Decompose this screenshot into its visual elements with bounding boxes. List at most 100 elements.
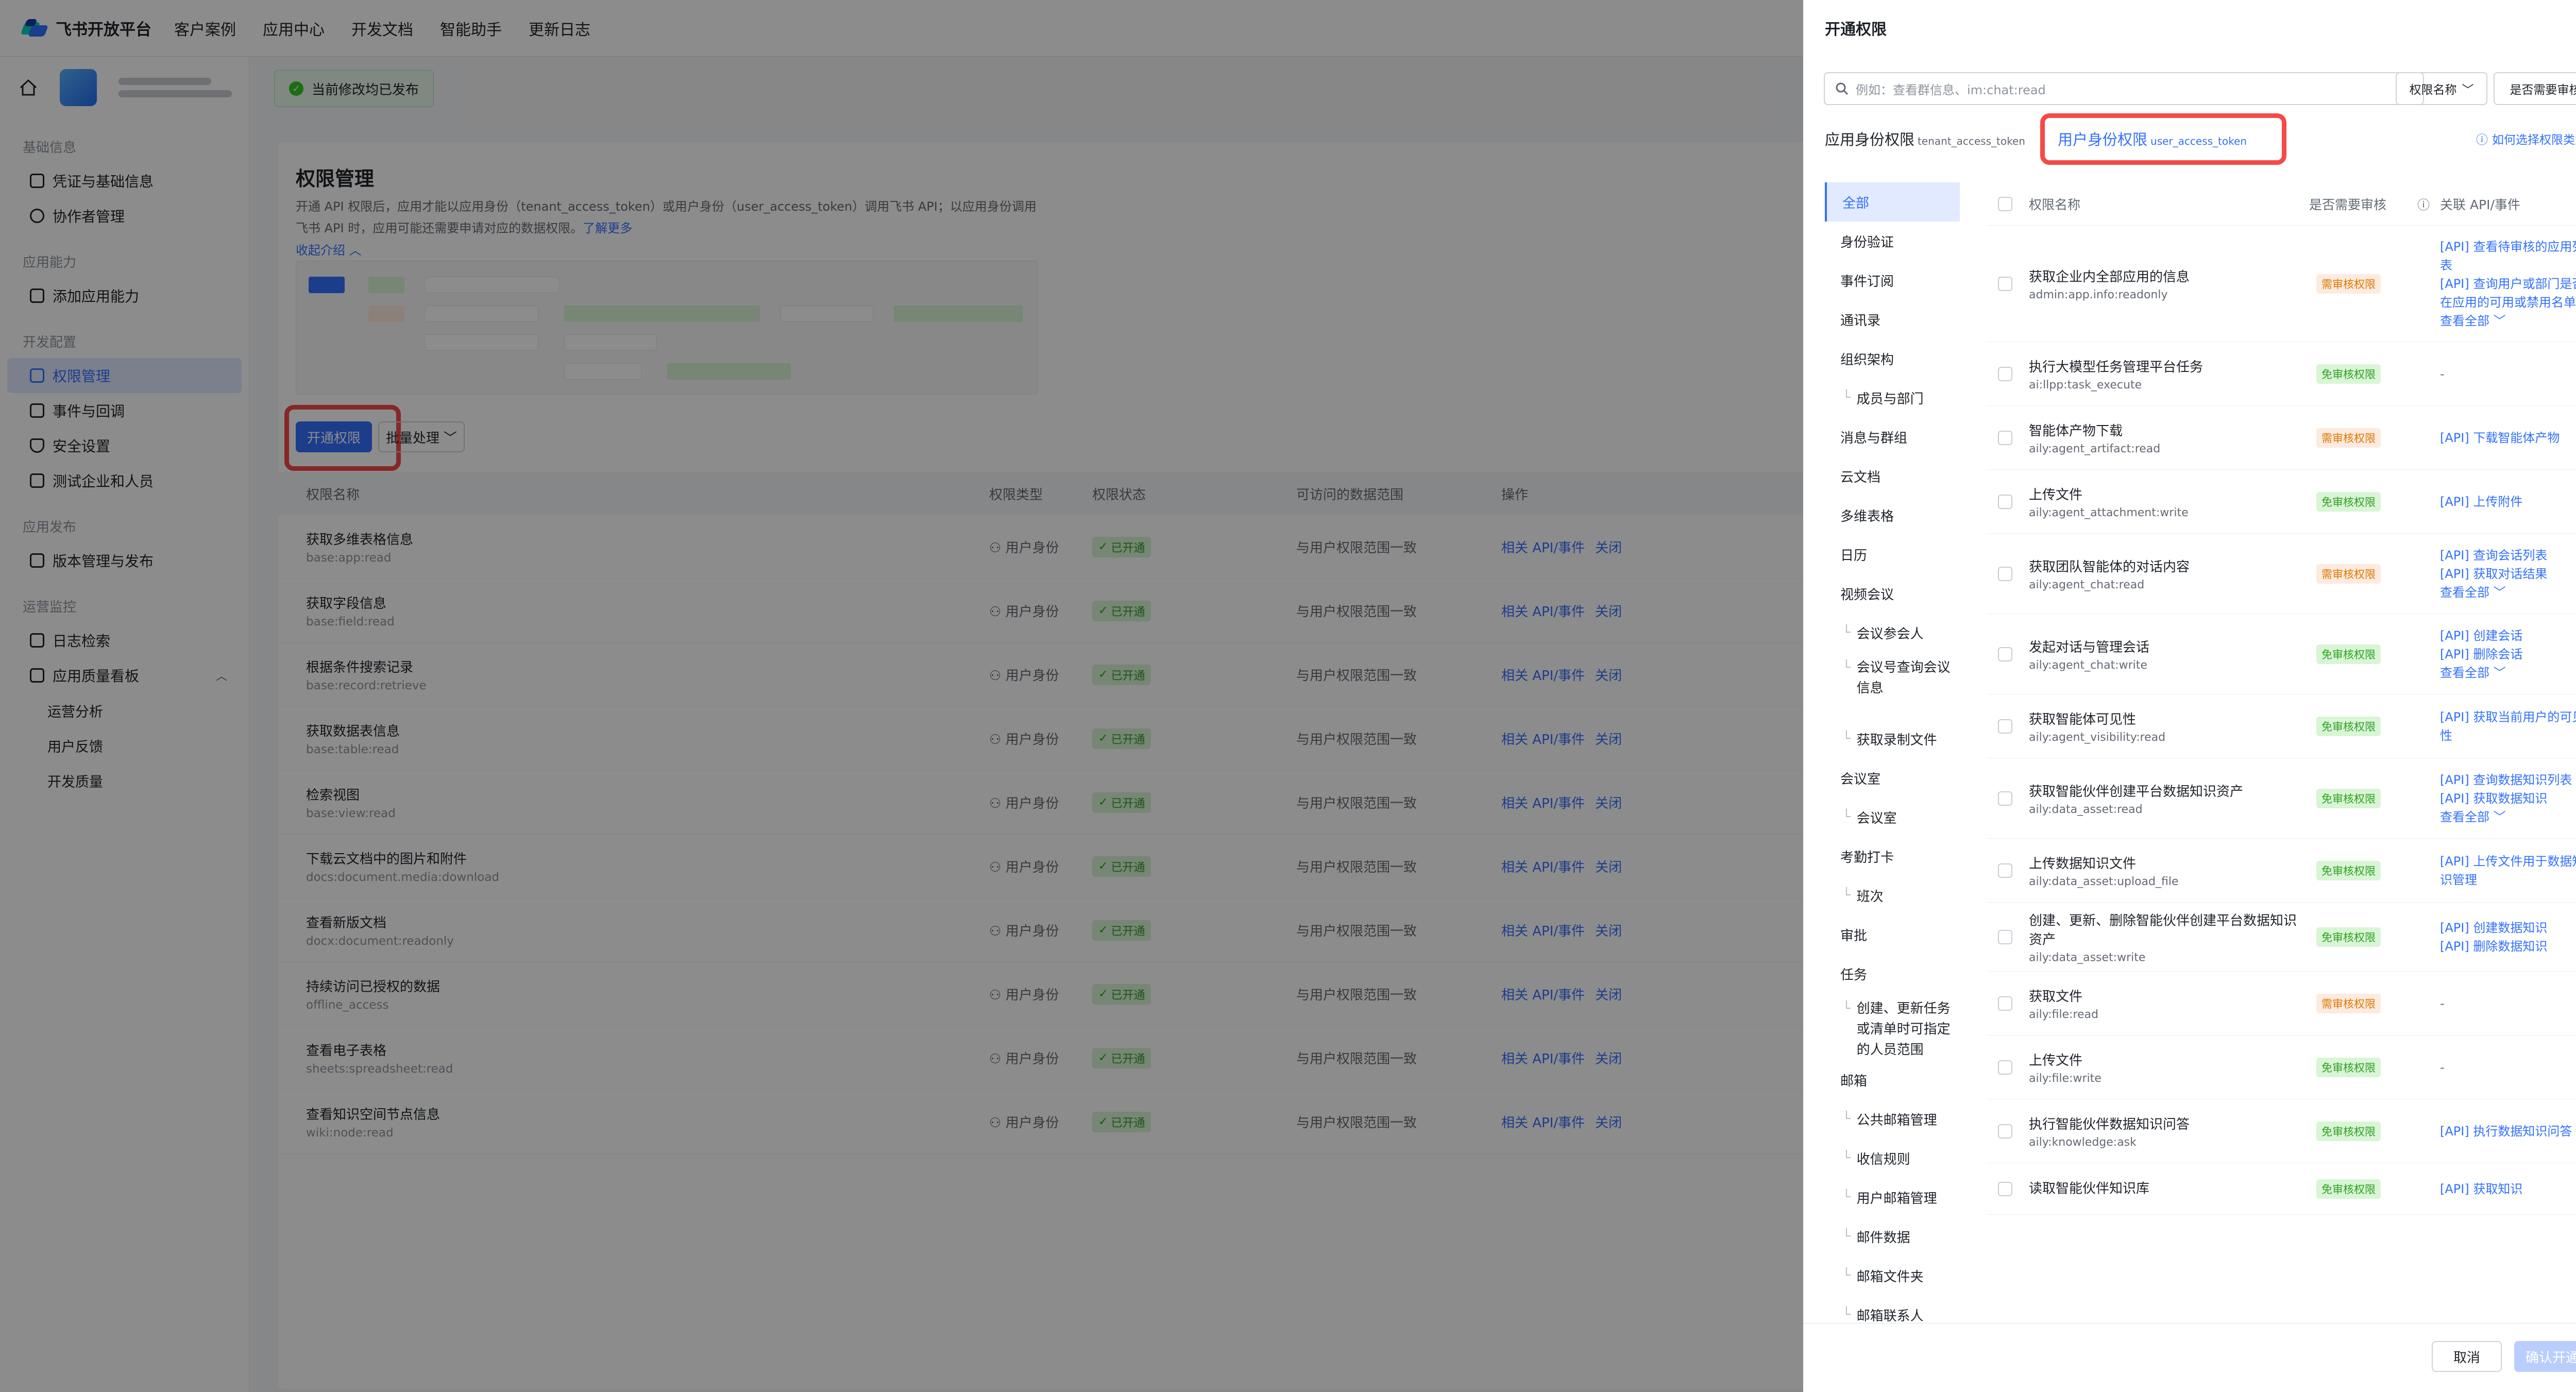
- row-checkbox[interactable]: [1998, 996, 2012, 1011]
- category-item[interactable]: └ 邮箱文件夹: [1825, 1256, 1960, 1295]
- api-link[interactable]: [API] 执行数据知识问答: [2440, 1122, 2576, 1141]
- review-tag: 免审核权限: [2316, 1057, 2381, 1077]
- chevron-down-icon: ﹀: [2489, 585, 2506, 600]
- chevron-down-icon: ﹀: [2489, 809, 2506, 824]
- category-label: 考勤打卡: [1840, 850, 1894, 865]
- row-checkbox[interactable]: [1998, 863, 2012, 878]
- empty-dash: -: [2440, 366, 2445, 381]
- confirm-open-permission-button[interactable]: 确认开通权限: [2514, 1341, 2576, 1372]
- filter-review-select[interactable]: 是否需要审核﹀: [2494, 72, 2576, 105]
- related-apis-cell: [API] 获取知识: [2440, 1180, 2576, 1198]
- category-item[interactable]: 云文档: [1825, 456, 1960, 496]
- category-item[interactable]: 事件订阅: [1825, 261, 1960, 300]
- cancel-button[interactable]: 取消: [2432, 1341, 2502, 1372]
- related-apis-cell: [API] 创建会话 [API] 删除会话 查看全部 ﹀: [2440, 626, 2576, 682]
- category-item[interactable]: 多维表格: [1825, 496, 1960, 535]
- row-checkbox[interactable]: [1998, 430, 2012, 445]
- review-tag: 免审核权限: [2316, 491, 2381, 512]
- col-header-permission-name: 权限名称: [2029, 197, 2081, 212]
- related-apis-cell: -: [2440, 365, 2576, 383]
- category-item[interactable]: 身份验证: [1825, 222, 1960, 261]
- view-all-link[interactable]: 查看全部 ﹀: [2440, 808, 2576, 826]
- permission-name-cell: 执行大模型任务管理平台任务 ai:llpp:task_execute: [2029, 357, 2297, 392]
- modal-overlay[interactable]: [0, 0, 1803, 1392]
- view-all-link[interactable]: 查看全部 ﹀: [2440, 664, 2576, 682]
- permission-row: 获取企业内全部应用的信息 admin:app.info:readonly 需审核权限…: [1987, 226, 2576, 342]
- category-item[interactable]: └ 公共邮箱管理: [1825, 1099, 1960, 1139]
- row-checkbox[interactable]: [1998, 494, 2012, 509]
- related-apis-cell: [API] 下载智能体产物: [2440, 429, 2576, 447]
- category-item[interactable]: 全部: [1825, 182, 1960, 222]
- select-all-checkbox[interactable]: [1998, 196, 2012, 211]
- category-item[interactable]: └ 班次: [1825, 876, 1960, 915]
- api-link[interactable]: [API] 查询数据知识列表: [2440, 771, 2576, 789]
- row-checkbox[interactable]: [1998, 366, 2012, 381]
- review-tag: 需审核权限: [2316, 428, 2381, 448]
- review-tag: 免审核权限: [2316, 644, 2381, 664]
- view-all-link[interactable]: 查看全部 ﹀: [2440, 312, 2576, 330]
- category-item[interactable]: 会议室: [1825, 758, 1960, 797]
- permission-name-cell: 获取智能体可见性 aily:agent_visibility:read: [2029, 709, 2297, 744]
- api-link[interactable]: [API] 查询会话列表: [2440, 546, 2576, 565]
- api-link[interactable]: [API] 上传文件用于数据知识管理: [2440, 852, 2576, 889]
- category-item[interactable]: └ 收信规则: [1825, 1139, 1960, 1178]
- category-item[interactable]: └ 会议参会人: [1825, 613, 1960, 652]
- category-label: 事件订阅: [1840, 274, 1894, 290]
- category-item[interactable]: 任务: [1825, 954, 1960, 993]
- row-checkbox[interactable]: [1998, 1181, 2012, 1196]
- category-item[interactable]: 考勤打卡: [1825, 837, 1960, 876]
- row-checkbox[interactable]: [1998, 566, 2012, 581]
- row-checkbox[interactable]: [1998, 1060, 2012, 1075]
- row-checkbox[interactable]: [1998, 1124, 2012, 1139]
- review-tag: 免审核权限: [2316, 860, 2381, 880]
- permission-name-cell: 获取企业内全部应用的信息 admin:app.info:readonly: [2029, 266, 2297, 301]
- category-label: 视频会议: [1840, 587, 1894, 603]
- view-all-label: 查看全部: [2440, 809, 2489, 824]
- permission-type-help-link[interactable]: ⓘ 如何选择权限类型?: [2476, 130, 2576, 147]
- category-item[interactable]: 审批: [1825, 915, 1960, 954]
- permission-name-cell: 智能体产物下载 aily:agent_artifact:read: [2029, 420, 2297, 455]
- category-item[interactable]: 日历: [1825, 535, 1960, 574]
- permission-code: aily:agent_visibility:read: [2029, 731, 2166, 744]
- category-item[interactable]: └ 会议号查询会议信息: [1825, 652, 1960, 719]
- category-item[interactable]: └ 用户邮箱管理: [1825, 1178, 1960, 1217]
- review-tag: 需审核权限: [2316, 993, 2381, 1013]
- api-link[interactable]: [API] 获取数据知识: [2440, 789, 2576, 808]
- api-link[interactable]: [API] 获取当前用户的可见性: [2440, 708, 2576, 745]
- category-item[interactable]: └ 创建、更新任务或清单时可指定的人员范围: [1825, 993, 1960, 1060]
- category-item[interactable]: └ 会议室: [1825, 797, 1960, 837]
- api-link[interactable]: [API] 查询用户或部门是否在应用的可用或禁用名单: [2440, 275, 2576, 312]
- api-link[interactable]: [API] 删除会话: [2440, 645, 2576, 664]
- permission-name-cell: 获取文件 aily:file:read: [2029, 986, 2297, 1021]
- category-label: 多维表格: [1840, 508, 1894, 524]
- row-checkbox[interactable]: [1998, 791, 2012, 806]
- category-item[interactable]: 邮箱: [1825, 1060, 1960, 1099]
- category-item[interactable]: └ 邮件数据: [1825, 1217, 1960, 1256]
- row-checkbox[interactable]: [1998, 276, 2012, 291]
- category-item[interactable]: └ 获取录制文件: [1825, 719, 1960, 758]
- permission-code: aily:agent_attachment:write: [2029, 506, 2189, 519]
- category-item[interactable]: └ 成员与部门: [1825, 378, 1960, 417]
- view-all-link[interactable]: 查看全部 ﹀: [2440, 583, 2576, 602]
- row-checkbox[interactable]: [1998, 929, 2012, 944]
- api-link[interactable]: [API] 获取对话结果: [2440, 565, 2576, 583]
- category-label: 会议室: [1856, 810, 1897, 826]
- api-link[interactable]: [API] 删除数据知识: [2440, 937, 2576, 956]
- row-checkbox[interactable]: [1998, 647, 2012, 661]
- category-label: 班次: [1856, 889, 1884, 905]
- permission-search-input[interactable]: 例如：查看群信息、im:chat:read: [1824, 72, 2424, 105]
- category-item[interactable]: 消息与群组: [1825, 417, 1960, 456]
- review-tag: 需审核权限: [2316, 564, 2381, 584]
- api-link[interactable]: [API] 创建会话: [2440, 626, 2576, 645]
- api-link[interactable]: [API] 获取知识: [2440, 1180, 2576, 1198]
- filter-permission-name-select[interactable]: 权限名称 ﹀: [2396, 72, 2487, 105]
- api-link[interactable]: [API] 上传附件: [2440, 493, 2576, 511]
- api-link[interactable]: [API] 创建数据知识: [2440, 919, 2576, 937]
- api-link[interactable]: [API] 下载智能体产物: [2440, 429, 2576, 447]
- tab-app-permission[interactable]: 应用身份权限 tenant_access_token: [1825, 128, 2025, 149]
- category-item[interactable]: 视频会议: [1825, 574, 1960, 613]
- category-item[interactable]: 通讯录: [1825, 300, 1960, 339]
- category-item[interactable]: 组织架构: [1825, 339, 1960, 378]
- api-link[interactable]: [API] 查看待审核的应用列表: [2440, 237, 2576, 275]
- row-checkbox[interactable]: [1998, 719, 2012, 734]
